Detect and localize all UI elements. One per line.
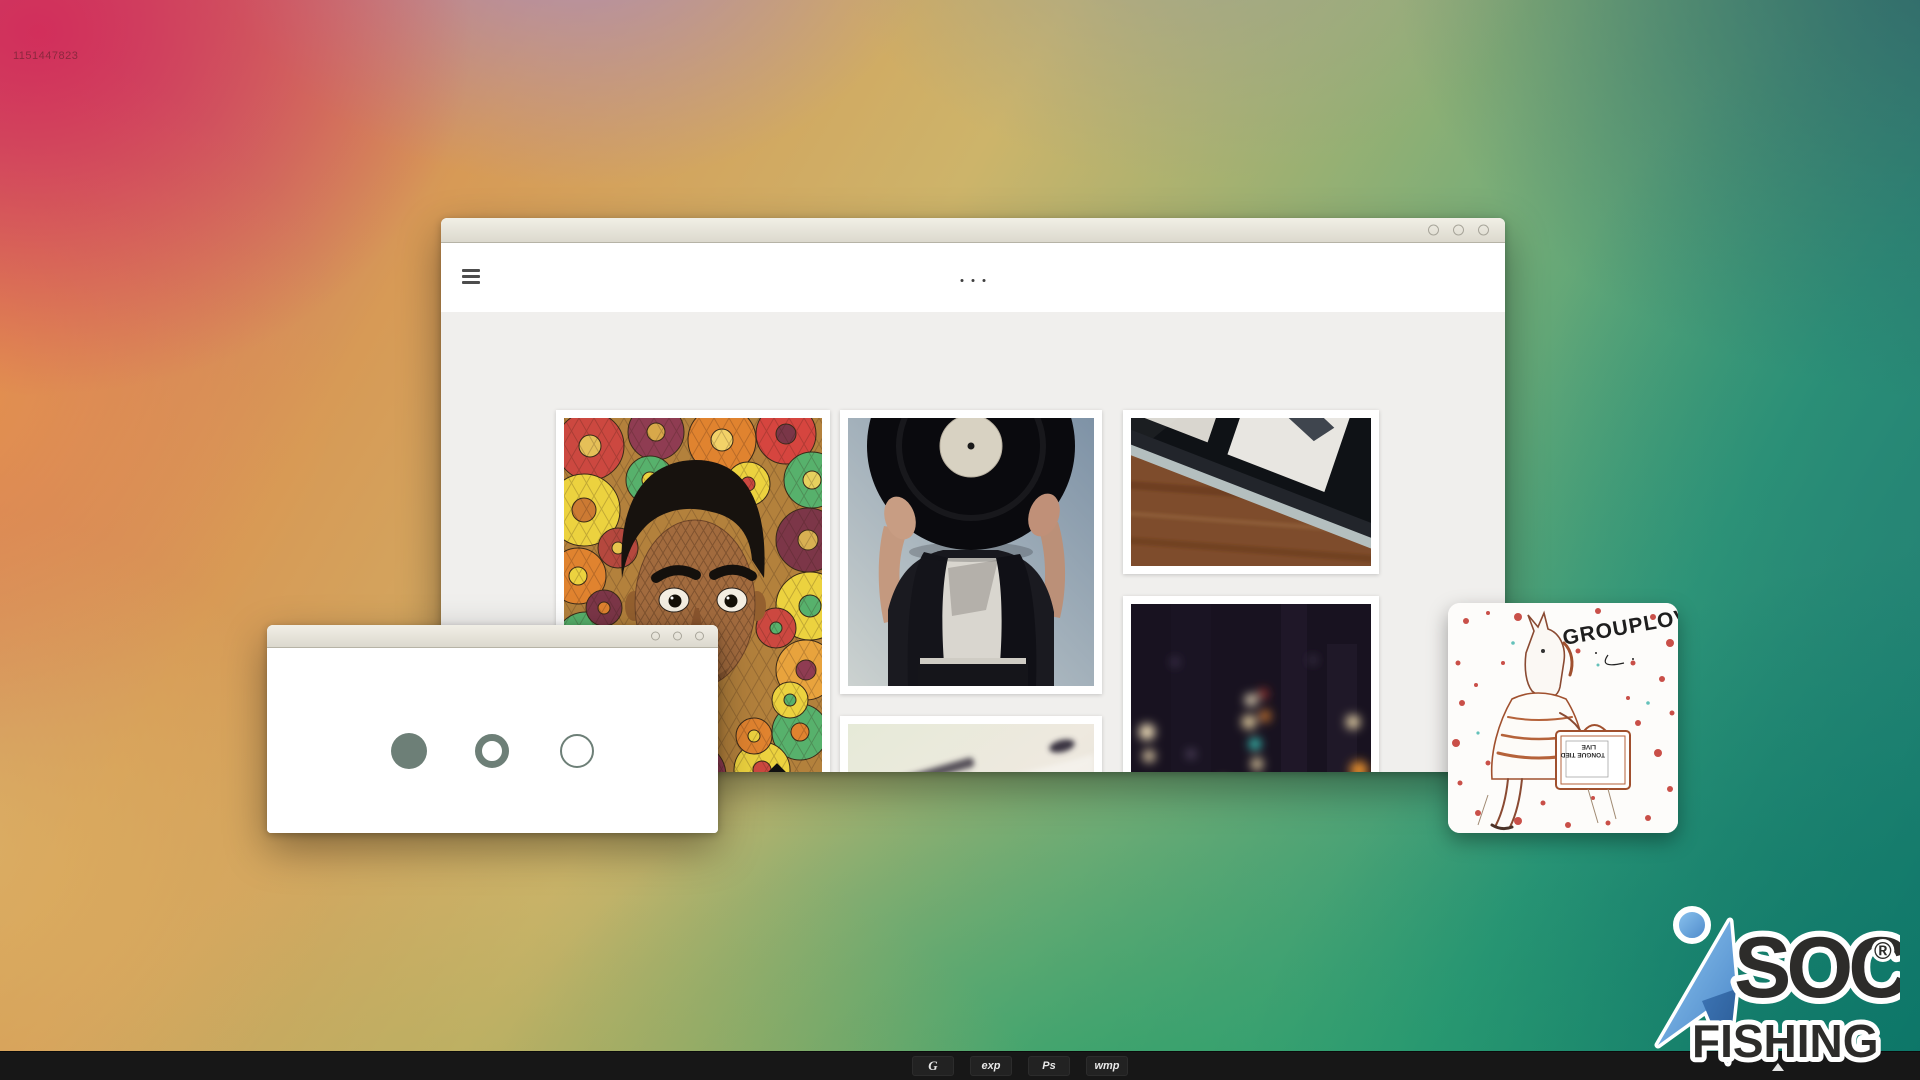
taskbar: G exp Ps wmp (0, 1051, 1920, 1080)
tile-image-night-bokeh (1131, 604, 1371, 772)
options-window-titlebar[interactable] (267, 625, 718, 648)
gallery-window-titlebar[interactable] (441, 218, 1505, 243)
taskbar-items: G exp Ps wmp (912, 1056, 1128, 1076)
taskbar-item-exp-label: exp (982, 1060, 1001, 1072)
taskbar-item-wmp[interactable]: wmp (1086, 1056, 1128, 1076)
option-filled-circle[interactable] (391, 733, 427, 769)
minimize-button[interactable] (1428, 225, 1439, 236)
taskbar-item-wmp-label: wmp (1094, 1060, 1119, 1072)
taskbar-item-ps[interactable]: Ps (1028, 1056, 1070, 1076)
options-window (267, 625, 718, 833)
hamburger-menu-icon[interactable] (462, 269, 480, 284)
minimize-button[interactable] (651, 632, 660, 641)
taskbar-item-g-label: G (928, 1058, 937, 1073)
soc-fishing-logo-graphic: SOC ® FISHING (1640, 893, 1900, 1075)
taskbar-item-ps-label: Ps (1042, 1060, 1055, 1072)
logo-registered-mark: ® (1874, 938, 1892, 965)
album-paper-line2: LIVE (1581, 743, 1596, 750)
maximize-button[interactable] (1453, 225, 1464, 236)
maximize-button[interactable] (673, 632, 682, 641)
gallery-header (441, 243, 1505, 313)
tile-vinyl-face[interactable] (840, 410, 1102, 694)
tile-image-beach-print (848, 724, 1094, 772)
tile-image-vinyl-face (848, 418, 1094, 686)
tile-night-bokeh[interactable] (1123, 596, 1379, 772)
overflow-dots-icon[interactable] (961, 279, 986, 282)
taskbar-item-exp[interactable]: exp (970, 1056, 1012, 1076)
window-controls (651, 632, 704, 641)
window-controls (1428, 225, 1489, 236)
logo-line2: FISHING (1692, 1015, 1879, 1067)
album-paper-line1: TONGUE TIED (1560, 751, 1605, 758)
tile-image-tablet-desk (1131, 418, 1371, 566)
logo-line1: SOC (1734, 920, 1900, 1016)
options-window-body (267, 648, 718, 833)
album-art-card[interactable]: TONGUE TIED LIVE GROUPLOVE (1448, 603, 1678, 833)
option-thin-ring[interactable] (560, 734, 594, 768)
soc-fishing-logo: SOC ® FISHING (1640, 893, 1900, 1075)
tile-beach-print[interactable] (840, 716, 1102, 772)
taskbar-item-g[interactable]: G (912, 1056, 954, 1076)
tile-tablet-desk[interactable] (1123, 410, 1379, 574)
close-button[interactable] (695, 632, 704, 641)
wallpaper-id-text: 1151447823 (13, 50, 78, 62)
option-thick-ring[interactable] (475, 734, 509, 768)
close-button[interactable] (1478, 225, 1489, 236)
album-art-illustration: TONGUE TIED LIVE GROUPLOVE (1448, 603, 1678, 833)
